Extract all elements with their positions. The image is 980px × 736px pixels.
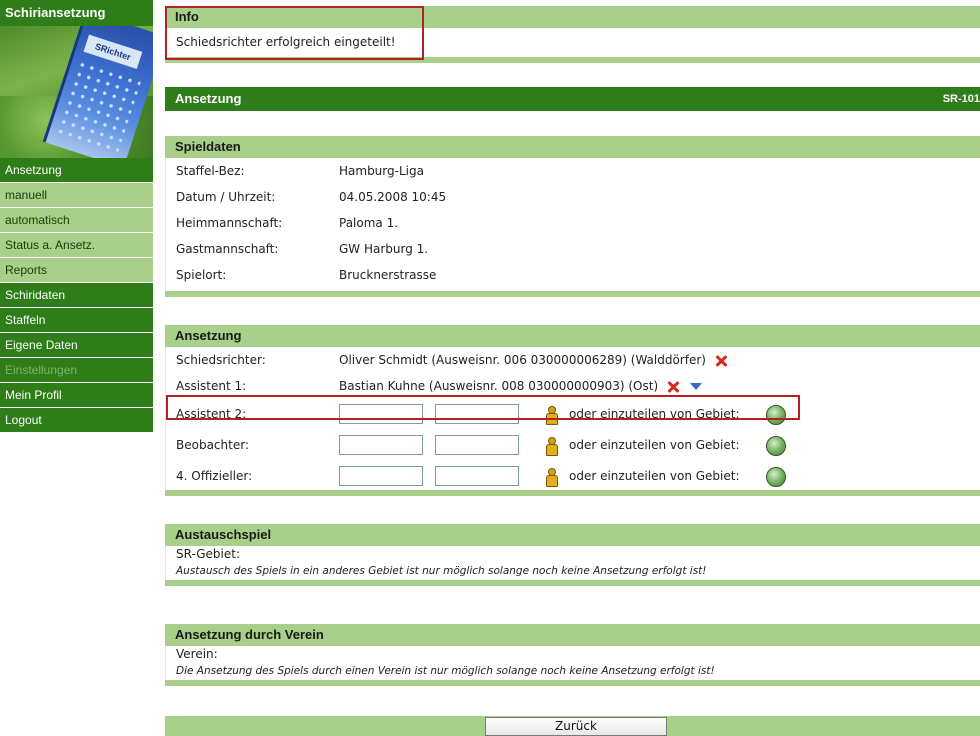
back-button[interactable]: Zurück <box>485 717 667 736</box>
verein-note: Die Ansetzung des Spiels durch einen Ver… <box>176 665 715 677</box>
spieldaten-box: Spieldaten Staffel-Bez: Hamburg-Liga Dat… <box>165 136 980 297</box>
beobachter-row: Beobachter: oder einzuteilen von Gebiet: <box>166 430 980 461</box>
globe-icon[interactable] <box>766 467 786 487</box>
sidebar-item-schiridaten[interactable]: Schiridaten <box>0 283 153 307</box>
header-image: SRichter <box>0 26 153 158</box>
assistent2-input-2[interactable] <box>435 404 519 424</box>
offizieller-input-2[interactable] <box>435 466 519 486</box>
spieldaten-row: Gastmannschaft: GW Harburg 1. <box>166 236 980 262</box>
person-search-icon[interactable] <box>545 468 558 487</box>
assistent1-value: Bastian Kuhne (Ausweisnr. 008 0300000009… <box>339 379 659 393</box>
sidebar-title: Schiriansetzung <box>0 0 153 26</box>
spieldaten-label: Datum / Uhrzeit: <box>176 190 276 204</box>
austausch-box: Austauschspiel SR-Gebiet: Austausch des … <box>165 524 980 586</box>
dropdown-arrow-icon[interactable] <box>690 383 703 390</box>
person-search-icon[interactable] <box>545 437 558 456</box>
assistent1-label: Assistent 1: <box>176 379 247 393</box>
sidebar-item-reports[interactable]: Reports <box>0 258 153 282</box>
globe-icon[interactable] <box>766 405 786 425</box>
remove-assistent1-icon[interactable] <box>666 380 680 394</box>
austausch-note: Austausch des Spiels in ein anderes Gebi… <box>176 565 707 577</box>
info-title: Info <box>165 6 980 28</box>
spieldaten-row: Spielort: Brucknerstrasse <box>166 262 980 288</box>
oder-gebiet-label: oder einzuteilen von Gebiet: <box>569 469 740 483</box>
schiedsrichter-label: Schiedsrichter: <box>176 353 266 367</box>
sidebar-item-ansetzung[interactable]: Ansetzung <box>0 158 153 182</box>
assistent2-input-1[interactable] <box>339 404 423 424</box>
ansetzung-box: Ansetzung Schiedsrichter: Oliver Schmidt… <box>165 325 980 496</box>
assistent2-row: Assistent 2: oder einzuteilen von Gebiet… <box>166 399 980 430</box>
sidebar-item-einstellungen: Einstellungen <box>0 358 153 382</box>
spieldaten-row: Staffel-Bez: Hamburg-Liga <box>166 158 980 184</box>
footer-bar: Zurück <box>165 716 980 736</box>
sidebar-item-status[interactable]: Status a. Ansetz. <box>0 233 153 257</box>
beobachter-input-1[interactable] <box>339 435 423 455</box>
ansetzung-title: Ansetzung <box>165 325 980 347</box>
ansetzung-bar-code: SR-101 <box>942 93 980 105</box>
schiedsrichter-value: Oliver Schmidt (Ausweisnr. 006 030000006… <box>339 353 706 367</box>
spieldaten-title: Spieldaten <box>165 136 980 158</box>
schiedsrichter-row: Schiedsrichter: Oliver Schmidt (Ausweisn… <box>166 347 980 373</box>
sidebar-item-eigene-daten[interactable]: Eigene Daten <box>0 333 153 357</box>
ansetzung-bar-title: Ansetzung <box>175 91 242 106</box>
assistent2-label: Assistent 2: <box>176 407 247 421</box>
info-message: Schiedsrichter erfolgreich eingeteilt! <box>176 35 396 49</box>
austausch-title: Austauschspiel <box>165 524 980 546</box>
sidebar-item-manuell[interactable]: manuell <box>0 183 153 207</box>
info-box: Info Schiedsrichter erfolgreich eingetei… <box>165 6 980 63</box>
oder-gebiet-label: oder einzuteilen von Gebiet: <box>569 438 740 452</box>
spieldaten-value: Brucknerstrasse <box>339 268 437 282</box>
ansetzung-bar: Ansetzung SR-101 <box>165 87 980 111</box>
sr-gebiet-label: SR-Gebiet: <box>176 547 241 561</box>
offizieller-row: 4. Offizieller: oder einzuteilen von Geb… <box>166 461 980 492</box>
spieldaten-value: GW Harburg 1. <box>339 242 429 256</box>
offizieller-label: 4. Offizieller: <box>176 469 253 483</box>
sidebar-item-automatisch[interactable]: automatisch <box>0 208 153 232</box>
assistent1-row: Assistent 1: Bastian Kuhne (Ausweisnr. 0… <box>166 373 980 399</box>
spieldaten-label: Spielort: <box>176 268 227 282</box>
spieldaten-value: Hamburg-Liga <box>339 164 424 178</box>
globe-icon[interactable] <box>766 436 786 456</box>
spieldaten-label: Gastmannschaft: <box>176 242 279 256</box>
sidebar: Schiriansetzung SRichter Ansetzung manue… <box>0 0 153 433</box>
person-search-icon[interactable] <box>545 406 558 425</box>
oder-gebiet-label: oder einzuteilen von Gebiet: <box>569 407 740 421</box>
verein-title: Ansetzung durch Verein <box>165 624 980 646</box>
offizieller-input-1[interactable] <box>339 466 423 486</box>
spieldaten-value: 04.05.2008 10:45 <box>339 190 447 204</box>
verein-box: Ansetzung durch Verein Verein: Die Anset… <box>165 624 980 686</box>
spieldaten-label: Staffel-Bez: <box>176 164 245 178</box>
spieldaten-value: Paloma 1. <box>339 216 399 230</box>
beobachter-label: Beobachter: <box>176 438 249 452</box>
spieldaten-row: Heimmannschaft: Paloma 1. <box>166 210 980 236</box>
verein-label: Verein: <box>176 647 218 661</box>
beobachter-input-2[interactable] <box>435 435 519 455</box>
remove-schiedsrichter-icon[interactable] <box>714 354 728 368</box>
spieldaten-row: Datum / Uhrzeit: 04.05.2008 10:45 <box>166 184 980 210</box>
sidebar-item-logout[interactable]: Logout <box>0 408 153 432</box>
spieldaten-label: Heimmannschaft: <box>176 216 283 230</box>
sidebar-item-staffeln[interactable]: Staffeln <box>0 308 153 332</box>
sidebar-item-mein-profil[interactable]: Mein Profil <box>0 383 153 407</box>
